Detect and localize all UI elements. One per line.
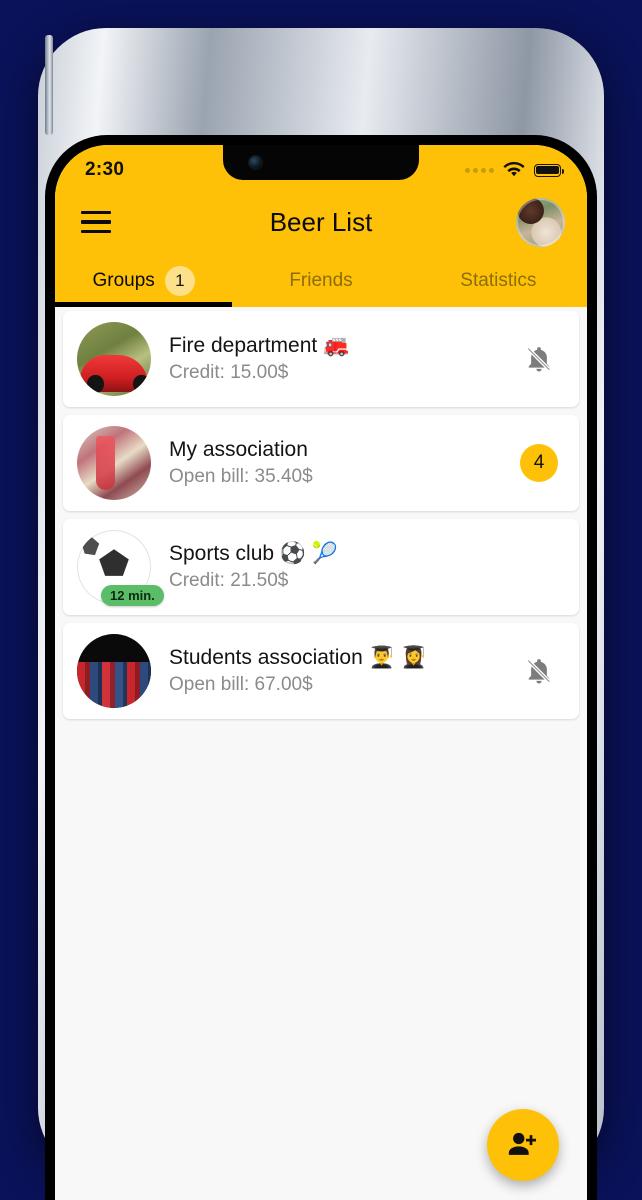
phone-bezel: 2:30 Beer List Groups 1 Friends Statisti…: [45, 135, 597, 1200]
phone-device-frame: 2:30 Beer List Groups 1 Friends Statisti…: [38, 28, 604, 1200]
group-name: Fire department 🚒: [169, 334, 350, 357]
tab-groups-label: Groups: [92, 270, 155, 291]
wifi-icon: [503, 162, 525, 177]
tab-statistics[interactable]: Statistics: [410, 255, 587, 307]
tab-groups-badge: 1: [164, 266, 195, 296]
person-add-icon: [508, 1132, 537, 1155]
group-subtitle: Open bill: 35.40$: [169, 466, 313, 487]
group-subtitle: Credit: 21.50$: [169, 570, 289, 591]
tab-bar: Groups 1 Friends Statistics: [55, 255, 587, 307]
hamburger-menu-icon[interactable]: [81, 210, 111, 234]
group-text: Students association 👨‍🎓 👩‍🎓 Open bill: …: [151, 646, 517, 696]
user-avatar[interactable]: [516, 197, 565, 247]
tab-friends-label: Friends: [289, 270, 353, 291]
list-item[interactable]: Fire department 🚒 Credit: 15.00$: [63, 311, 579, 407]
tab-statistics-label: Statistics: [460, 270, 537, 291]
phone-screen: 2:30 Beer List Groups 1 Friends Statisti…: [55, 145, 587, 1200]
group-text: My association Open bill: 35.40$: [151, 438, 517, 488]
list-item[interactable]: My association Open bill: 35.40$ 4: [63, 415, 579, 511]
group-name: Students association 👨‍🎓 👩‍🎓: [169, 646, 427, 669]
fire-truck-avatar: [77, 322, 151, 396]
group-name: Sports club ⚽ 🎾: [169, 542, 339, 565]
add-group-button[interactable]: [487, 1109, 559, 1181]
unread-count-badge: 4: [520, 444, 558, 482]
screenshot-stage: 2:30 Beer List Groups 1 Friends Statisti…: [0, 0, 642, 1200]
page-title: Beer List: [269, 206, 373, 237]
group-trailing: 4: [517, 444, 561, 482]
signal-dots-icon: [465, 167, 494, 173]
display-notch: [223, 145, 419, 180]
group-text: Fire department 🚒 Credit: 15.00$: [151, 334, 517, 384]
power-button[interactable]: [45, 35, 53, 135]
title-bar: Beer List: [55, 189, 587, 255]
time-badge: 12 min.: [101, 585, 164, 606]
tab-groups[interactable]: Groups 1: [55, 255, 232, 307]
tab-friends[interactable]: Friends: [232, 255, 409, 307]
bell-off-icon[interactable]: [524, 655, 554, 687]
party-drinks-avatar: [77, 426, 151, 500]
bell-off-icon[interactable]: [524, 343, 554, 375]
group-avatar: 12 min.: [77, 530, 164, 606]
list-item[interactable]: 12 min. Sports club ⚽ 🎾 Credit: 21.50$: [63, 519, 579, 615]
group-name: My association: [169, 438, 308, 461]
group-avatar: [77, 426, 151, 500]
group-avatar: [77, 634, 151, 708]
status-bar-indicators: [465, 162, 564, 178]
front-camera-icon: [249, 156, 262, 169]
group-text: Sports club ⚽ 🎾 Credit: 21.50$: [151, 542, 517, 592]
group-subtitle: Credit: 15.00$: [169, 362, 289, 383]
group-subtitle: Open bill: 67.00$: [169, 674, 313, 695]
books-avatar: [77, 634, 151, 708]
group-list: Fire department 🚒 Credit: 15.00$ My asso…: [55, 307, 587, 1200]
list-item[interactable]: Students association 👨‍🎓 👩‍🎓 Open bill: …: [63, 623, 579, 719]
group-trailing: [517, 343, 561, 375]
group-avatar: [77, 322, 151, 396]
battery-full-icon: [534, 163, 564, 177]
group-trailing: [517, 655, 561, 687]
status-bar-time: 2:30: [85, 159, 125, 180]
